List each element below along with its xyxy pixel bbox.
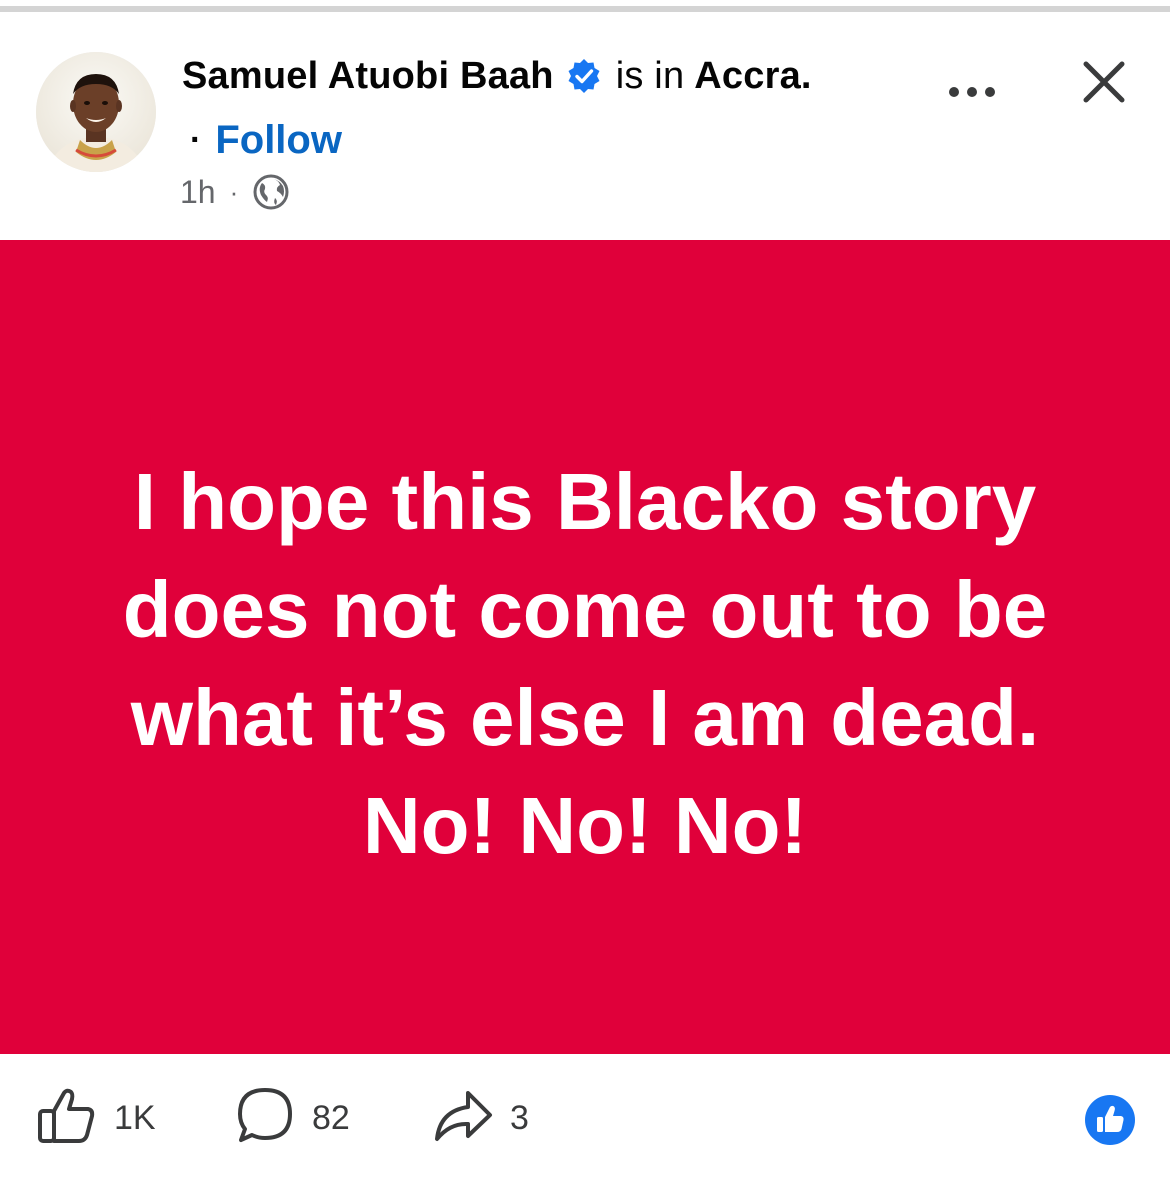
share-button[interactable]: 3 <box>432 1082 529 1154</box>
follow-button[interactable]: Follow <box>215 118 342 163</box>
post-header: Samuel Atuobi Baah is in Accra. · Follow… <box>0 18 1170 240</box>
top-divider-bar <box>0 6 1170 12</box>
globe-icon[interactable] <box>252 173 290 211</box>
more-options-button[interactable] <box>942 72 1002 112</box>
comment-button[interactable]: 82 <box>234 1082 350 1154</box>
post-title-line: Samuel Atuobi Baah is in Accra. <box>182 48 812 104</box>
like-reaction-icon[interactable] <box>1084 1094 1136 1146</box>
comment-count: 82 <box>312 1098 350 1137</box>
post-image[interactable]: I hope this Blacko story does not come o… <box>0 240 1170 1054</box>
more-options-icon <box>949 87 995 97</box>
avatar[interactable] <box>36 52 156 172</box>
comment-icon <box>234 1085 296 1152</box>
post-timestamp[interactable]: 1h <box>180 174 216 211</box>
close-button[interactable] <box>1074 52 1134 112</box>
post-actions-bar: 1K 82 3 <box>0 1054 1170 1179</box>
avatar-image <box>36 52 156 172</box>
close-icon <box>1083 61 1125 103</box>
location-prefix: is in <box>615 54 685 97</box>
top-divider <box>0 0 1170 18</box>
post-text: I hope this Blacko story does not come o… <box>122 457 1048 870</box>
like-button[interactable]: 1K <box>36 1082 156 1154</box>
like-count: 1K <box>114 1098 156 1137</box>
like-icon <box>36 1085 98 1152</box>
post-meta: 1h · <box>180 168 290 216</box>
author-name[interactable]: Samuel Atuobi Baah <box>182 55 554 98</box>
follow-separator: · <box>190 120 202 159</box>
meta-separator: · <box>229 176 239 207</box>
share-count: 3 <box>510 1098 529 1137</box>
location-name[interactable]: Accra. <box>694 55 811 98</box>
share-icon <box>432 1085 494 1152</box>
verified-badge-icon <box>566 58 602 94</box>
follow-line: · Follow <box>190 112 342 168</box>
